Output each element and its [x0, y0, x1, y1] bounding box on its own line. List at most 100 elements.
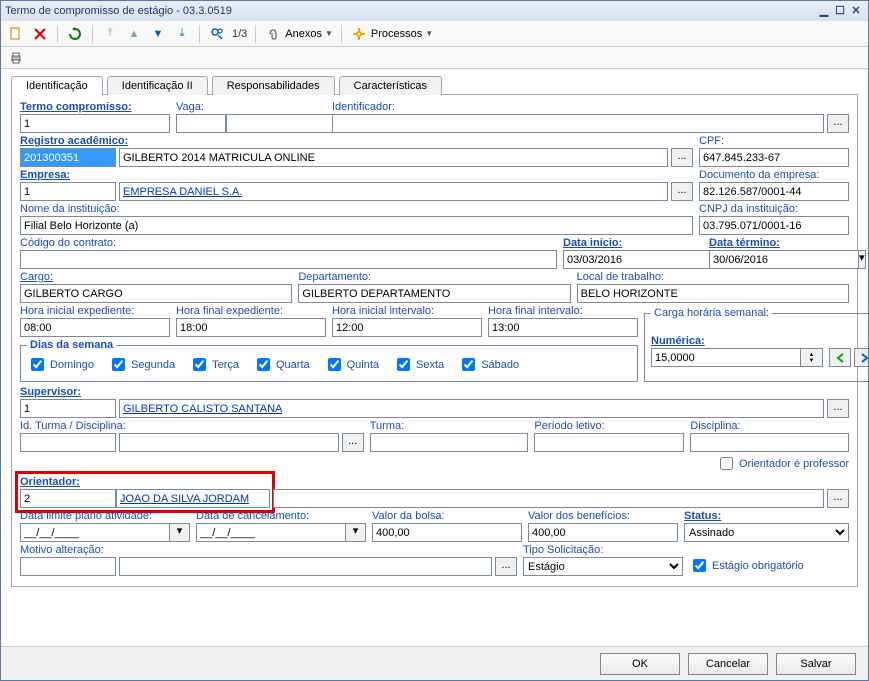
datalim-input[interactable]: [20, 523, 170, 542]
search-icon[interactable]: [208, 25, 226, 43]
chk-sabado[interactable]: Sábado: [458, 355, 519, 374]
next-icon[interactable]: ▼: [149, 25, 167, 43]
orientador-extra-input[interactable]: [273, 489, 824, 508]
delete-icon[interactable]: [31, 25, 49, 43]
chk-terca[interactable]: Terça: [189, 355, 239, 374]
prev-icon[interactable]: ▲: [125, 25, 143, 43]
orientador-lookup-button[interactable]: ...: [827, 489, 849, 508]
idturma-disc-input[interactable]: [119, 433, 339, 452]
salvar-button[interactable]: Salvar: [776, 653, 856, 675]
copy-left-icon[interactable]: [829, 348, 851, 367]
pager-text: 1/3: [232, 28, 247, 40]
chk-orientprof[interactable]: Orientador é professor: [716, 454, 849, 473]
empresa-cod-input[interactable]: [20, 182, 116, 201]
attachment-icon: [264, 25, 282, 43]
idturma-lookup-button[interactable]: ...: [342, 433, 364, 452]
status-select[interactable]: Assinado: [684, 523, 849, 542]
horaintini-input[interactable]: [332, 318, 482, 337]
cargo-input[interactable]: [20, 284, 292, 303]
datalim-calendar-button[interactable]: ▾: [170, 523, 190, 542]
carga-group: Carga horária semanal: Numérica: ▲▼ Hora…: [644, 307, 868, 382]
valorbolsa-input[interactable]: [372, 523, 522, 542]
datacanc-calendar-button[interactable]: ▾: [346, 523, 366, 542]
lbl-horaintfim: Hora final intervalo:: [488, 305, 638, 317]
local-input[interactable]: [577, 284, 849, 303]
supervisor-cod-input[interactable]: [20, 399, 116, 418]
depto-input[interactable]: [298, 284, 570, 303]
periodo-input[interactable]: [534, 433, 684, 452]
datafim-input[interactable]: [709, 250, 859, 269]
lbl-tiposol: Tipo Solicitação:: [523, 544, 683, 556]
tab-identificacao2[interactable]: Identificação II: [107, 76, 208, 95]
copy-right-icon[interactable]: [854, 348, 868, 367]
motivo-cod-input[interactable]: [20, 557, 116, 576]
supervisor-nome-input[interactable]: [119, 399, 824, 418]
last-icon[interactable]: ⤓: [173, 25, 191, 43]
numerica-input[interactable]: [651, 348, 801, 367]
toolbar: ⤒ ▲ ▼ ⤓ 1/3 Anexos▼ Processos▼: [1, 21, 868, 47]
cnpjinst-input[interactable]: [699, 216, 849, 235]
first-icon[interactable]: ⤒: [101, 25, 119, 43]
cancelar-button[interactable]: Cancelar: [688, 653, 768, 675]
termo-input[interactable]: [20, 114, 170, 133]
chk-quinta[interactable]: Quinta: [324, 355, 379, 374]
maximize-icon[interactable]: ☐: [832, 4, 848, 18]
disciplina-input[interactable]: [690, 433, 849, 452]
codcontrato-input[interactable]: [20, 250, 557, 269]
anexos-menu[interactable]: Anexos▼: [264, 25, 333, 43]
supervisor-lookup-button[interactable]: ...: [827, 399, 849, 418]
tab-caracteristicas[interactable]: Características: [339, 76, 442, 95]
lbl-horafim: Hora final expediente:: [176, 305, 326, 317]
docemp-input[interactable]: [699, 182, 849, 201]
horaintfim-input[interactable]: [488, 318, 638, 337]
lbl-empresa: Empresa:: [20, 169, 693, 181]
horafim-input[interactable]: [176, 318, 326, 337]
registro-nome-input[interactable]: [119, 148, 668, 167]
registro-cod-input[interactable]: [20, 148, 116, 167]
numerica-spin[interactable]: ▲▼: [801, 348, 823, 367]
idturma-cod-input[interactable]: [20, 433, 116, 452]
minimize-icon[interactable]: ▁: [816, 4, 832, 18]
titlebar: Termo de compromisso de estágio - 03.3.0…: [1, 1, 868, 21]
orientador-cod-input[interactable]: [20, 489, 116, 508]
vaga-cod-input[interactable]: [176, 114, 226, 133]
datafim-calendar-button[interactable]: ▾: [859, 250, 866, 269]
refresh-icon[interactable]: [66, 25, 84, 43]
empresa-lookup-button[interactable]: ...: [671, 182, 693, 201]
horaini-input[interactable]: [20, 318, 170, 337]
identificador-lookup-button[interactable]: ...: [827, 114, 849, 133]
cpf-input[interactable]: [699, 148, 849, 167]
new-icon[interactable]: [7, 25, 25, 43]
lbl-periodo: Período letivo:: [534, 420, 684, 432]
tiposol-select[interactable]: Estágio: [523, 557, 683, 576]
chk-segunda[interactable]: Segunda: [108, 355, 175, 374]
chk-domingo[interactable]: Domingo: [27, 355, 94, 374]
identificador-input[interactable]: [332, 114, 824, 133]
empresa-nome-input[interactable]: [119, 182, 668, 201]
nomeinst-input[interactable]: [20, 216, 693, 235]
tab-identificacao[interactable]: Identificação: [11, 76, 103, 95]
datacanc-input[interactable]: [196, 523, 346, 542]
turma-input[interactable]: [370, 433, 529, 452]
print-icon[interactable]: [7, 49, 25, 67]
lbl-cnpjinst: CNPJ da instituição:: [699, 203, 849, 215]
lbl-numerica: Numérica:: [651, 335, 823, 347]
ok-button[interactable]: OK: [600, 653, 680, 675]
motivo-desc-input[interactable]: [119, 557, 492, 576]
dataini-input[interactable]: [563, 250, 713, 269]
chk-quarta[interactable]: Quarta: [253, 355, 310, 374]
registro-lookup-button[interactable]: ...: [671, 148, 693, 167]
lbl-docemp: Documento da empresa:: [699, 169, 849, 181]
processos-menu[interactable]: Processos▼: [350, 25, 433, 43]
valorbenef-input[interactable]: [528, 523, 678, 542]
lbl-codcontrato: Código do contrato:: [20, 237, 557, 249]
orientador-nome-input[interactable]: [116, 489, 270, 508]
lbl-identificador: Identificador:: [332, 101, 849, 113]
motivo-lookup-button[interactable]: ...: [495, 557, 517, 576]
chk-sexta[interactable]: Sexta: [393, 355, 444, 374]
lbl-valorbenef: Valor dos benefícios:: [528, 510, 678, 522]
chk-estobrig[interactable]: Estágio obrigatório: [689, 556, 849, 575]
panel-identificacao: Termo compromisso: Vaga: Identificador: …: [11, 94, 858, 587]
tab-responsabilidades[interactable]: Responsabilidades: [212, 76, 335, 95]
close-icon[interactable]: ✕: [848, 4, 864, 18]
